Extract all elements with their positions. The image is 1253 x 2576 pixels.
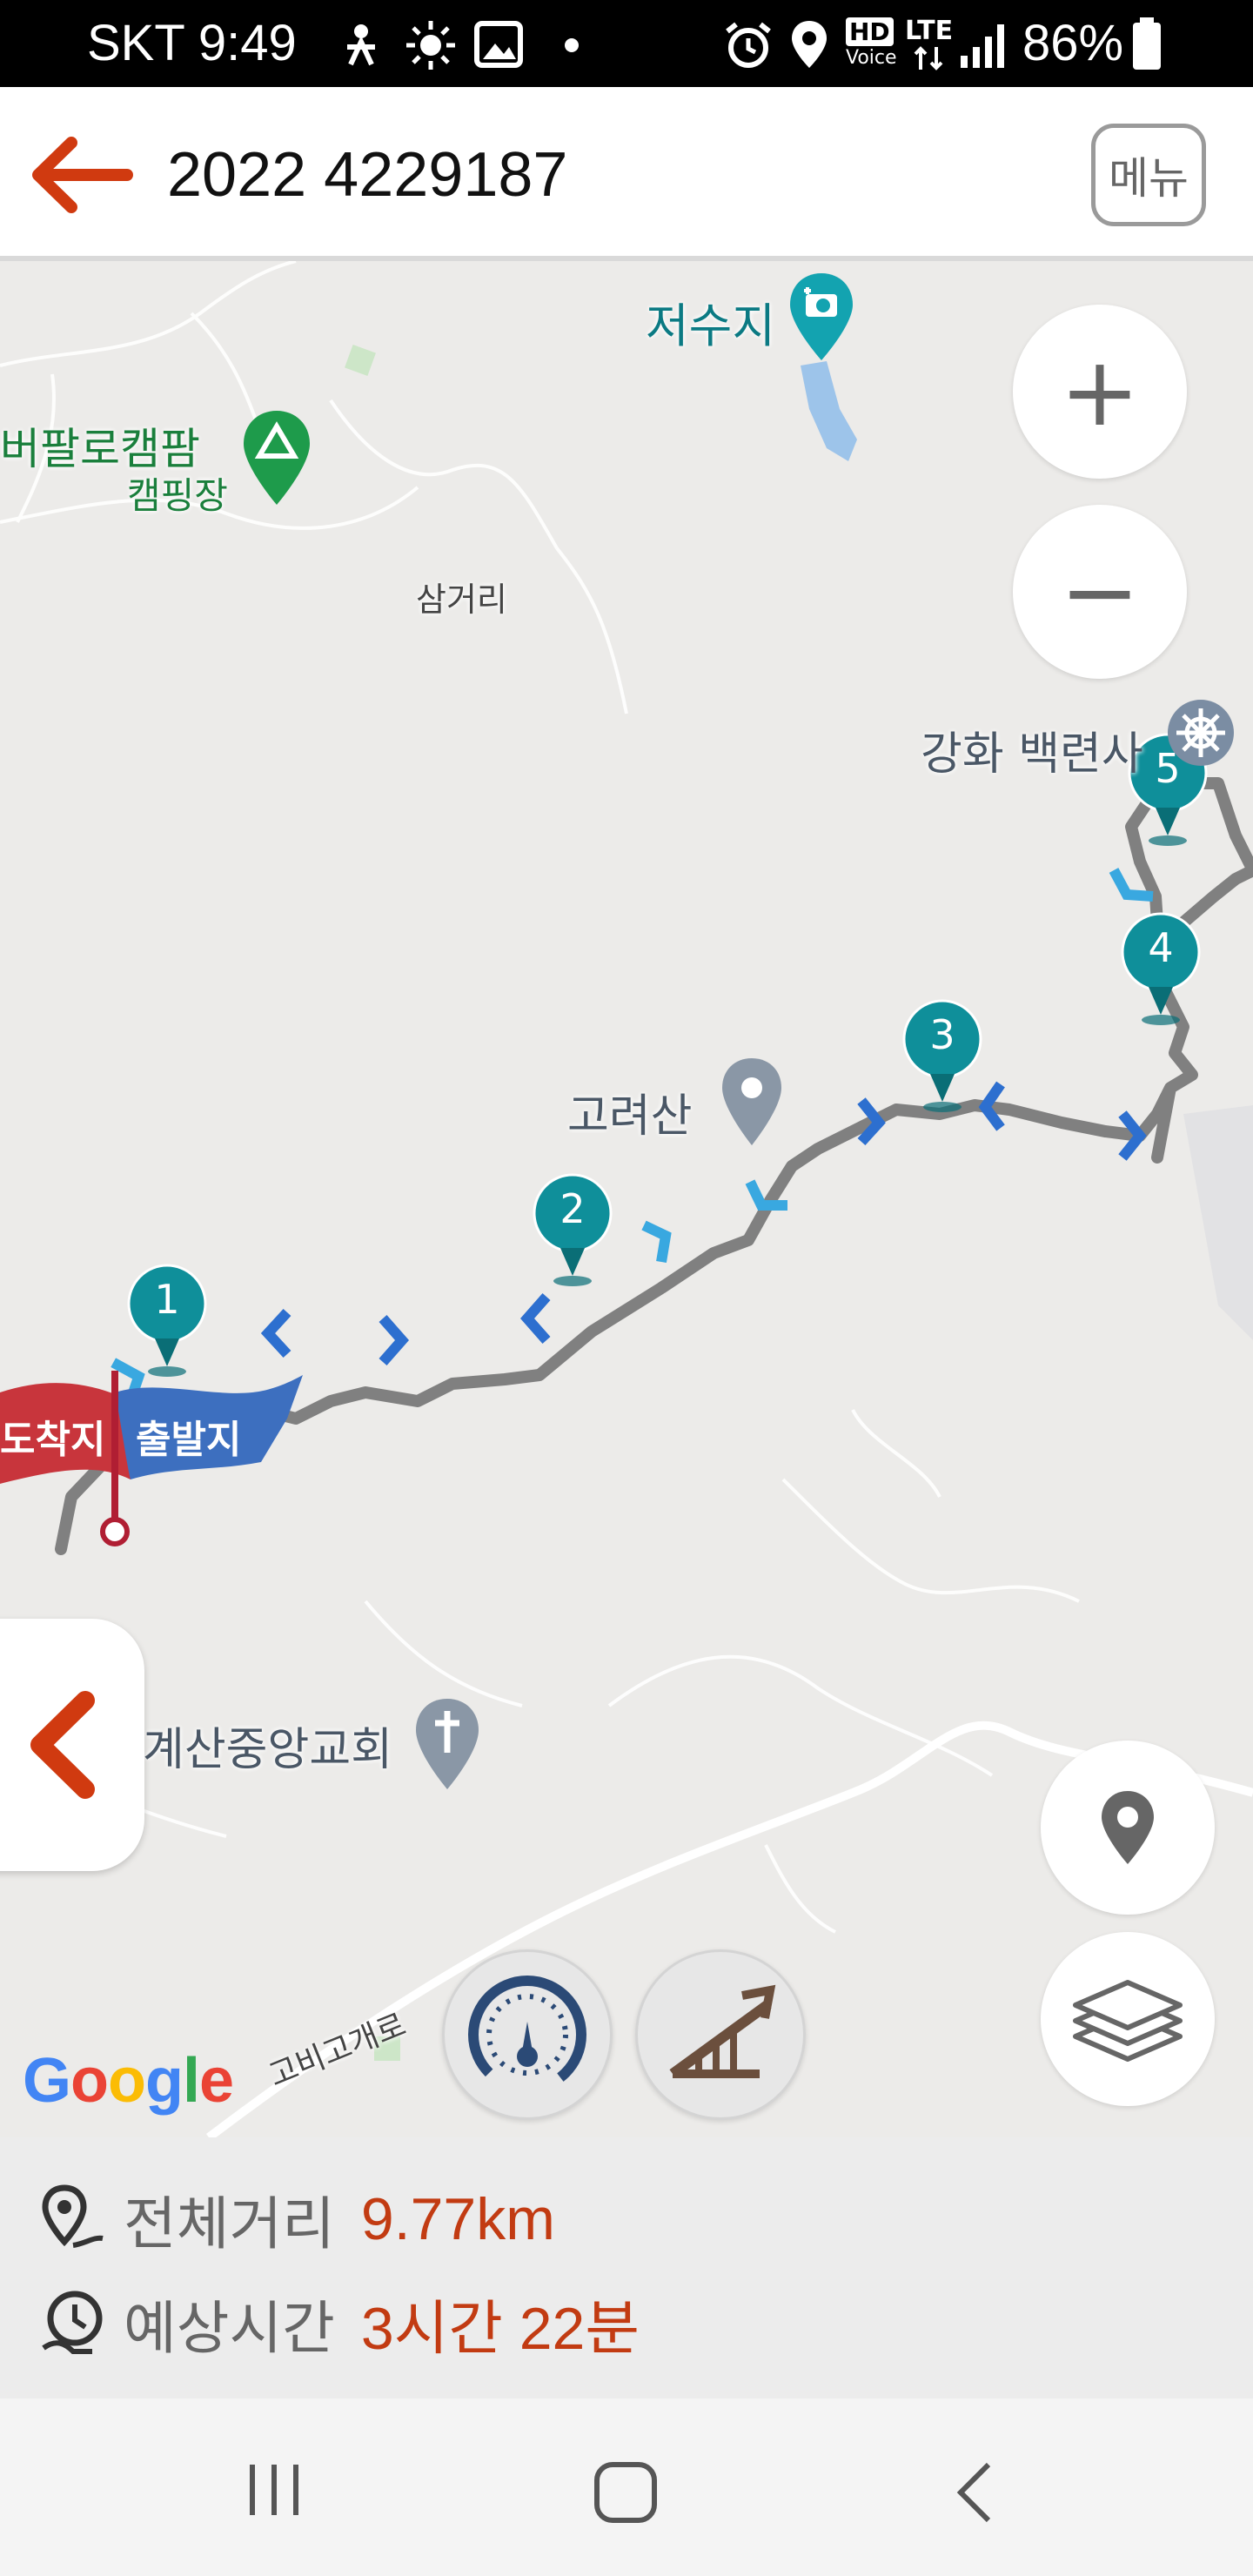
minus-icon: − <box>1059 536 1141 647</box>
back-icon[interactable] <box>950 2458 999 2527</box>
zoom-in-button[interactable]: + <box>1013 305 1187 479</box>
distance-row: 전체거리 9.77km <box>38 2177 555 2261</box>
zoom-out-button[interactable]: − <box>1013 505 1187 679</box>
app-header: 2022 4229187 메뉴 <box>0 87 1253 261</box>
waypoint-1[interactable]: 1 <box>124 1264 211 1389</box>
waypoint-3[interactable]: 3 <box>899 999 986 1124</box>
church-label: 계산중앙교회 <box>143 1724 393 1776</box>
route-info-panel: 전체거리 9.77km 예상시간 3시간 22분 <box>0 2137 1253 2398</box>
status-bar: SKT 9:49 HD Voice LTE 86% <box>0 0 1253 87</box>
time-row: 예상시간 3시간 22분 <box>38 2280 640 2366</box>
elevation-button[interactable] <box>635 1949 806 2120</box>
map-layers-button[interactable] <box>1041 1932 1215 2106</box>
menu-button[interactable]: 메뉴 <box>1091 124 1206 226</box>
gallery-icon <box>474 21 523 68</box>
speed-button[interactable] <box>442 1949 613 2120</box>
time-icon <box>42 2291 103 2354</box>
recent-apps-icon[interactable] <box>244 2459 305 2520</box>
temple-label: 강화 백련사 <box>921 728 1143 781</box>
distance-label: 전체거리 <box>124 2190 335 2257</box>
google-logo: Google <box>23 2046 234 2116</box>
panel-toggle-button[interactable] <box>0 1619 144 1871</box>
dot-icon <box>565 38 579 52</box>
waypoint-2[interactable]: 2 <box>529 1173 616 1298</box>
page-title: 2022 4229187 <box>167 140 568 210</box>
reservoir-water <box>801 361 857 461</box>
park-patch <box>345 345 376 376</box>
camera-pin-icon[interactable] <box>787 270 856 366</box>
location-pin-icon <box>1102 1791 1154 1864</box>
campground-pin-icon[interactable] <box>240 407 313 508</box>
data-arrows-icon <box>914 46 943 70</box>
distance-value: 9.77km <box>360 2186 555 2252</box>
slope-icon <box>669 1984 776 2078</box>
my-location-button[interactable] <box>1041 1741 1215 1915</box>
church-pin-icon[interactable] <box>412 1695 482 1793</box>
mountain-pin-icon[interactable] <box>719 1055 785 1149</box>
alarm-icon <box>726 22 771 68</box>
waypoint-4[interactable]: 4 <box>1117 912 1204 1037</box>
start-flag-label: 출발지 <box>136 1418 242 1462</box>
speedometer-icon <box>468 1976 586 2094</box>
home-icon[interactable] <box>592 2459 661 2526</box>
temple-icon[interactable] <box>1164 696 1237 769</box>
campground-type-label: 캠핑장 <box>127 474 228 517</box>
waypoint-1-number: 1 <box>154 1276 180 1323</box>
back-arrow-icon[interactable] <box>30 136 134 214</box>
goryeosan-label: 고려산 <box>567 1090 693 1143</box>
distance-icon <box>42 2184 104 2248</box>
hd-badge: HD <box>846 17 894 46</box>
layers-icon <box>1073 1980 1183 2062</box>
waypoint-2-number: 2 <box>559 1185 586 1232</box>
reservoir-label: 저수지 <box>646 299 776 353</box>
samgeori-label: 삼거리 <box>416 580 507 619</box>
time-label: 예상시간 <box>124 2294 335 2362</box>
system-nav-bar <box>0 2398 1253 2576</box>
battery-icon <box>1133 17 1161 70</box>
lte-label: LTE <box>905 16 954 46</box>
chevron-left-icon <box>30 1691 95 1799</box>
location-icon <box>792 21 827 68</box>
map-region <box>1183 1105 1253 1340</box>
map-view[interactable]: 도착지 출발지 1 2 3 4 5 저수지 버팔로캠팜 캠핑장 삼거리 강화 백… <box>0 261 1253 2137</box>
battery-percent: 86% <box>1022 15 1124 71</box>
plus-icon: + <box>1059 336 1141 447</box>
sun-icon <box>406 21 455 70</box>
end-flag-label: 도착지 <box>0 1418 106 1462</box>
signal-icon <box>961 24 1004 68</box>
voice-label: Voice <box>846 47 897 69</box>
time-value: 3시간 22분 <box>360 2296 640 2362</box>
accessibility-icon <box>347 24 375 66</box>
carrier-time: SKT 9:49 <box>87 15 297 71</box>
waypoint-4-number: 4 <box>1148 924 1174 971</box>
waypoint-3-number: 3 <box>929 1011 955 1058</box>
